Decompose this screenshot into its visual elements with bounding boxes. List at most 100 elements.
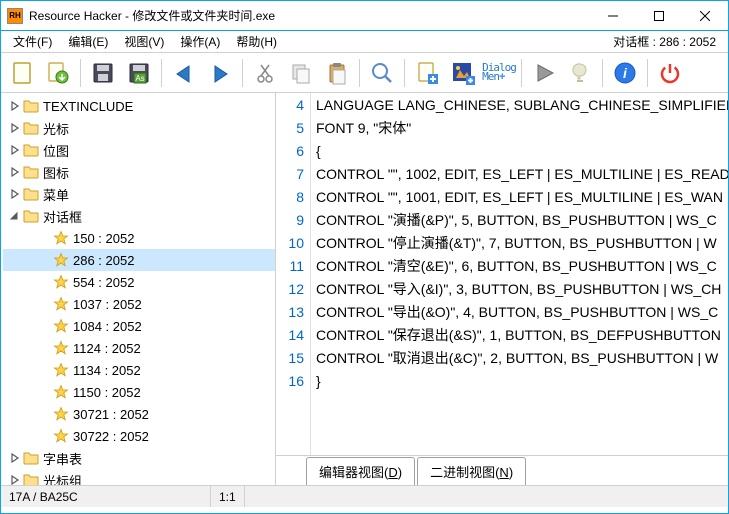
expander-icon[interactable] (37, 296, 53, 312)
resource-tree[interactable]: TEXTINCLUDE光标位图图标菜单对话框 150 : 2052 286 : 20… (1, 93, 276, 485)
star-icon (53, 362, 69, 378)
expander-icon[interactable] (7, 120, 23, 136)
tree-label: 554 : 2052 (72, 275, 134, 290)
redo-button[interactable] (203, 56, 237, 90)
power-button[interactable] (653, 56, 687, 90)
folder-icon (23, 98, 39, 114)
undo-button[interactable] (167, 56, 201, 90)
expander-icon[interactable] (37, 318, 53, 334)
content-area: TEXTINCLUDE光标位图图标菜单对话框 150 : 2052 286 : 20… (1, 93, 728, 485)
tree-node[interactable]: 30722 : 2052 (3, 425, 275, 447)
search-button[interactable] (365, 56, 399, 90)
expander-icon[interactable] (37, 428, 53, 444)
tree-node[interactable]: 1134 : 2052 (3, 359, 275, 381)
tree-label: 30721 : 2052 (72, 407, 149, 422)
tree-label: 位图 (42, 141, 69, 160)
tree-label: 光标组 (42, 471, 82, 486)
tree-node[interactable]: TEXTINCLUDE (3, 95, 275, 117)
close-button[interactable] (682, 1, 728, 30)
tree-node[interactable]: 字串表 (3, 447, 275, 469)
minimize-button[interactable] (590, 1, 636, 30)
tree-label: 对话框 (42, 207, 82, 226)
folder-icon (23, 142, 39, 158)
menu-view[interactable]: 视图(V) (116, 31, 172, 52)
menu-help[interactable]: 帮助(H) (228, 31, 285, 52)
tree-label: 1124 : 2052 (72, 341, 141, 356)
new-file-button[interactable] (5, 56, 39, 90)
status-offset: 17A / BA25C (1, 486, 211, 507)
star-icon (53, 384, 69, 400)
title-bar: RH Resource Hacker - 修改文件或文件夹时间.exe (1, 1, 728, 31)
add-image-button[interactable] (446, 56, 480, 90)
tree-label: 图标 (42, 163, 69, 182)
save-button[interactable] (86, 56, 120, 90)
tree-node[interactable]: 150 : 2052 (3, 227, 275, 249)
view-tabs: 编辑器视图(D) 二进制视图(N) (276, 455, 728, 485)
folder-icon (23, 472, 39, 485)
main-panel: 45678910111213141516 LANGUAGE LANG_CHINE… (276, 93, 728, 485)
add-resource-button[interactable] (410, 56, 444, 90)
folder-icon (23, 120, 39, 136)
menu-action[interactable]: 操作(A) (172, 31, 228, 52)
star-icon (53, 340, 69, 356)
expander-icon[interactable] (7, 98, 23, 114)
tree-node[interactable]: 光标组 (3, 469, 275, 485)
tree-node[interactable]: 位图 (3, 139, 275, 161)
copy-button[interactable] (284, 56, 318, 90)
expander-icon[interactable] (37, 274, 53, 290)
maximize-button[interactable] (636, 1, 682, 30)
tree-node[interactable]: 对话框 (3, 205, 275, 227)
cut-button[interactable] (248, 56, 282, 90)
tree-node[interactable]: 光标 (3, 117, 275, 139)
play-button[interactable] (527, 56, 561, 90)
tab-editor-view[interactable]: 编辑器视图(D) (306, 457, 415, 485)
code-content[interactable]: LANGUAGE LANG_CHINESE, SUBLANG_CHINESE_S… (311, 93, 728, 455)
tree-node[interactable]: 30721 : 2052 (3, 403, 275, 425)
tree-node[interactable]: 1084 : 2052 (3, 315, 275, 337)
tree-label: 150 : 2052 (72, 231, 134, 246)
expander-icon[interactable] (37, 362, 53, 378)
tree-node[interactable]: 554 : 2052 (3, 271, 275, 293)
svg-text:As: As (135, 74, 144, 83)
tree-label: 字串表 (42, 449, 82, 468)
expander-icon[interactable] (37, 384, 53, 400)
tree-node[interactable]: 1150 : 2052 (3, 381, 275, 403)
tree-label: 1150 : 2052 (72, 385, 141, 400)
tree-node[interactable]: 286 : 2052 (3, 249, 275, 271)
expander-icon[interactable] (7, 450, 23, 466)
expander-icon[interactable] (37, 406, 53, 422)
expander-icon[interactable] (7, 164, 23, 180)
folder-icon (23, 186, 39, 202)
tree-node[interactable]: 菜单 (3, 183, 275, 205)
folder-icon (23, 208, 39, 224)
open-file-button[interactable] (41, 56, 75, 90)
tree-label: 286 : 2052 (72, 253, 134, 268)
menu-edit[interactable]: 编辑(E) (60, 31, 116, 52)
star-icon (53, 428, 69, 444)
info-button[interactable]: i (608, 56, 642, 90)
tree-node[interactable]: 1037 : 2052 (3, 293, 275, 315)
star-icon (53, 318, 69, 334)
save-as-button[interactable]: As (122, 56, 156, 90)
status-bar: 17A / BA25C 1:1 (1, 485, 728, 507)
window-title: Resource Hacker - 修改文件或文件夹时间.exe (29, 7, 590, 24)
expander-icon[interactable] (37, 230, 53, 246)
expander-icon[interactable] (7, 142, 23, 158)
toolbar: As DialogMen+ i (1, 53, 728, 93)
expander-icon[interactable] (37, 340, 53, 356)
code-editor[interactable]: 45678910111213141516 LANGUAGE LANG_CHINE… (276, 93, 728, 455)
expander-icon[interactable] (7, 208, 23, 224)
tree-label: 30722 : 2052 (72, 429, 149, 444)
tree-node[interactable]: 1124 : 2052 (3, 337, 275, 359)
hint-button[interactable] (563, 56, 597, 90)
paste-button[interactable] (320, 56, 354, 90)
tab-binary-view[interactable]: 二进制视图(N) (417, 457, 526, 485)
tree-node[interactable]: 图标 (3, 161, 275, 183)
expander-icon[interactable] (7, 472, 23, 485)
expander-icon[interactable] (37, 252, 53, 268)
expander-icon[interactable] (7, 186, 23, 202)
dialog-button[interactable]: DialogMen+ (482, 56, 516, 90)
line-gutter: 45678910111213141516 (276, 93, 311, 455)
menu-bar: 文件(F) 编辑(E) 视图(V) 操作(A) 帮助(H) 对话框 : 286 … (1, 31, 728, 53)
menu-file[interactable]: 文件(F) (5, 31, 60, 52)
